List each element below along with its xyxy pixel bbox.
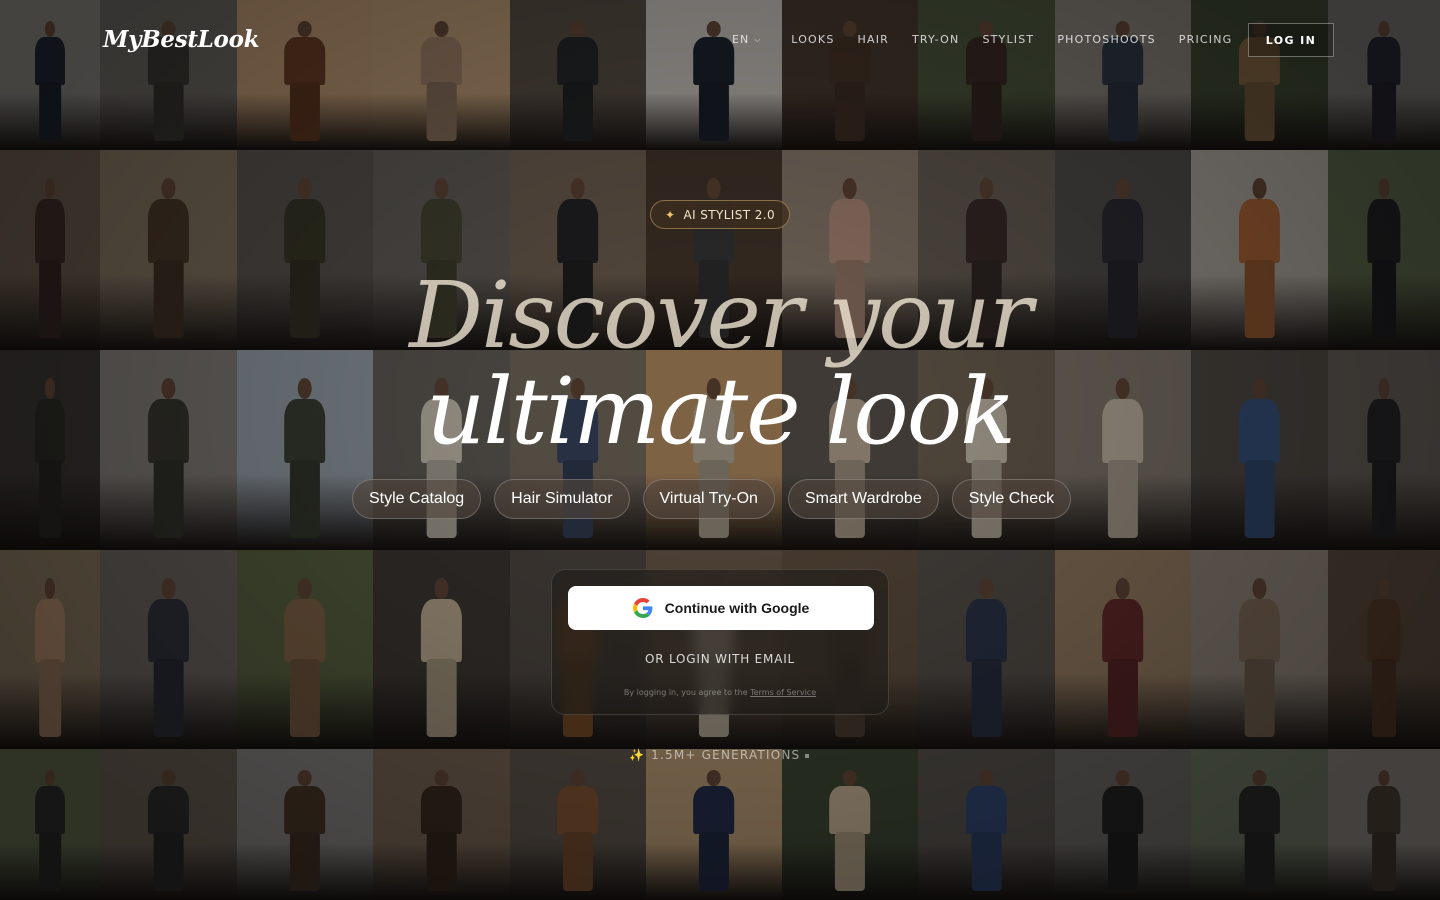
login-button[interactable]: LOG IN [1248,23,1334,57]
magic-wand-icon: ✦ [665,207,676,222]
nav-item-hair[interactable]: HAIR [858,33,889,46]
language-selector[interactable]: EN ⌵ [732,33,761,46]
nav-item-try-on[interactable]: TRY-ON [912,33,959,46]
feature-hair-simulator[interactable]: Hair Simulator [494,479,630,519]
google-login-button[interactable]: Continue with Google [568,586,874,630]
terms-notice: By logging in, you agree to the Terms of… [552,688,888,697]
feature-virtual-try-on[interactable]: Virtual Try-On [642,479,775,519]
nav-item-looks[interactable]: LOOKS [791,33,834,46]
email-login-link[interactable]: OR LOGIN WITH EMAIL [552,652,888,666]
feature-pills: Style Catalog Hair Simulator Virtual Try… [352,479,1072,519]
feature-smart-wardrobe[interactable]: Smart Wardrobe [787,479,939,519]
ai-stylist-badge: ✦ AI STYLIST 2.0 [650,200,790,229]
stat-divider-dot [805,754,809,758]
badge-label: AI STYLIST 2.0 [683,207,775,222]
brand-logo[interactable]: MyBestLook [103,26,260,53]
google-login-label: Continue with Google [664,600,810,616]
terms-prefix: By logging in, you agree to the [623,688,748,697]
generations-stat: ✨ 1.5M+ GENERATIONS [629,748,809,762]
feature-style-check[interactable]: Style Check [951,479,1072,519]
main-nav: EN ⌵ LOOKS HAIR TRY-ON STYLIST PHOTOSHOO… [732,33,1255,46]
nav-item-pricing[interactable]: PRICING [1179,33,1233,46]
feature-style-catalog[interactable]: Style Catalog [352,479,482,519]
nav-item-photoshoots[interactable]: PHOTOSHOOTS [1057,33,1155,46]
hero-title-line1: Discover your [409,262,1033,369]
login-card: Continue with Google OR LOGIN WITH EMAIL… [551,569,889,715]
google-icon [632,598,653,618]
sparkles-icon: ✨ [629,748,646,762]
nav-item-stylist[interactable]: STYLIST [982,33,1034,46]
chevron-down-icon: ⌵ [754,34,762,44]
terms-link[interactable]: Terms of Service [750,688,816,697]
hero-title-line2: ultimate look [426,358,1016,465]
language-label: EN [732,33,750,46]
generations-label: 1.5M+ GENERATIONS [651,748,801,762]
